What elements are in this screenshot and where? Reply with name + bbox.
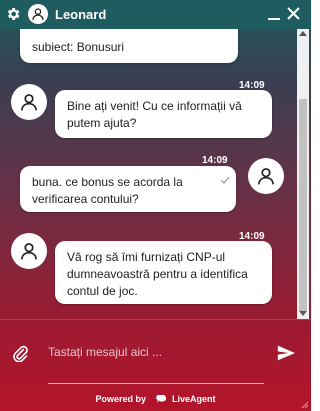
agent-avatar bbox=[28, 4, 48, 24]
message-time: 14:09 bbox=[202, 155, 228, 166]
agent-message: Bine ați venit! Cu ce informații vă pute… bbox=[55, 90, 272, 138]
user-icon bbox=[32, 8, 44, 20]
scroll-thumb[interactable] bbox=[299, 99, 307, 311]
gear-icon[interactable] bbox=[5, 6, 21, 22]
visitor-avatar bbox=[248, 158, 284, 194]
chat-header: Leonard bbox=[0, 0, 311, 29]
resize-handle-icon[interactable] bbox=[301, 401, 309, 409]
agent-avatar bbox=[11, 233, 47, 269]
visitor-message: buna. ce bonus se acorda la verificarea … bbox=[20, 166, 236, 212]
powered-by-text: Powered by bbox=[95, 394, 146, 404]
agent-name: Leonard bbox=[55, 7, 107, 22]
powered-by: Powered by LiveAgent bbox=[0, 394, 311, 405]
user-icon bbox=[21, 94, 37, 111]
input-underline bbox=[48, 383, 264, 384]
user-icon bbox=[258, 168, 274, 185]
message-text: buna. ce bonus se acorda la verificarea … bbox=[32, 175, 183, 206]
brand-name[interactable]: LiveAgent bbox=[172, 394, 216, 404]
message-text: Vă rog să îmi furnizați CNP-ul dumneavoa… bbox=[67, 250, 248, 298]
chat-window: Leonard subiect: Bonusuri 14:09 Bine ați… bbox=[0, 0, 311, 411]
divider bbox=[0, 319, 311, 320]
paperclip-icon[interactable] bbox=[12, 344, 28, 362]
message-list[interactable]: subiect: Bonusuri 14:09 Bine ați venit! … bbox=[0, 29, 296, 319]
send-icon[interactable] bbox=[276, 344, 296, 362]
scroll-down-arrow-icon[interactable] bbox=[299, 311, 307, 316]
agent-message: Vă rog să îmi furnizați CNP-ul dumneavoa… bbox=[55, 241, 272, 304]
visitor-message: subiect: Bonusuri bbox=[20, 29, 238, 63]
check-icon bbox=[220, 176, 230, 184]
message-text: Bine ați venit! Cu ce informații vă pute… bbox=[67, 99, 242, 130]
minimize-icon[interactable] bbox=[267, 7, 281, 21]
close-icon[interactable] bbox=[286, 6, 301, 21]
agent-avatar bbox=[11, 84, 47, 120]
liveagent-logo-icon bbox=[155, 394, 166, 403]
scroll-up-arrow-icon[interactable] bbox=[299, 31, 307, 36]
message-text: subiect: Bonusuri bbox=[32, 40, 125, 54]
message-input[interactable] bbox=[48, 343, 258, 361]
scrollbar[interactable] bbox=[297, 29, 309, 319]
user-icon bbox=[21, 243, 37, 260]
